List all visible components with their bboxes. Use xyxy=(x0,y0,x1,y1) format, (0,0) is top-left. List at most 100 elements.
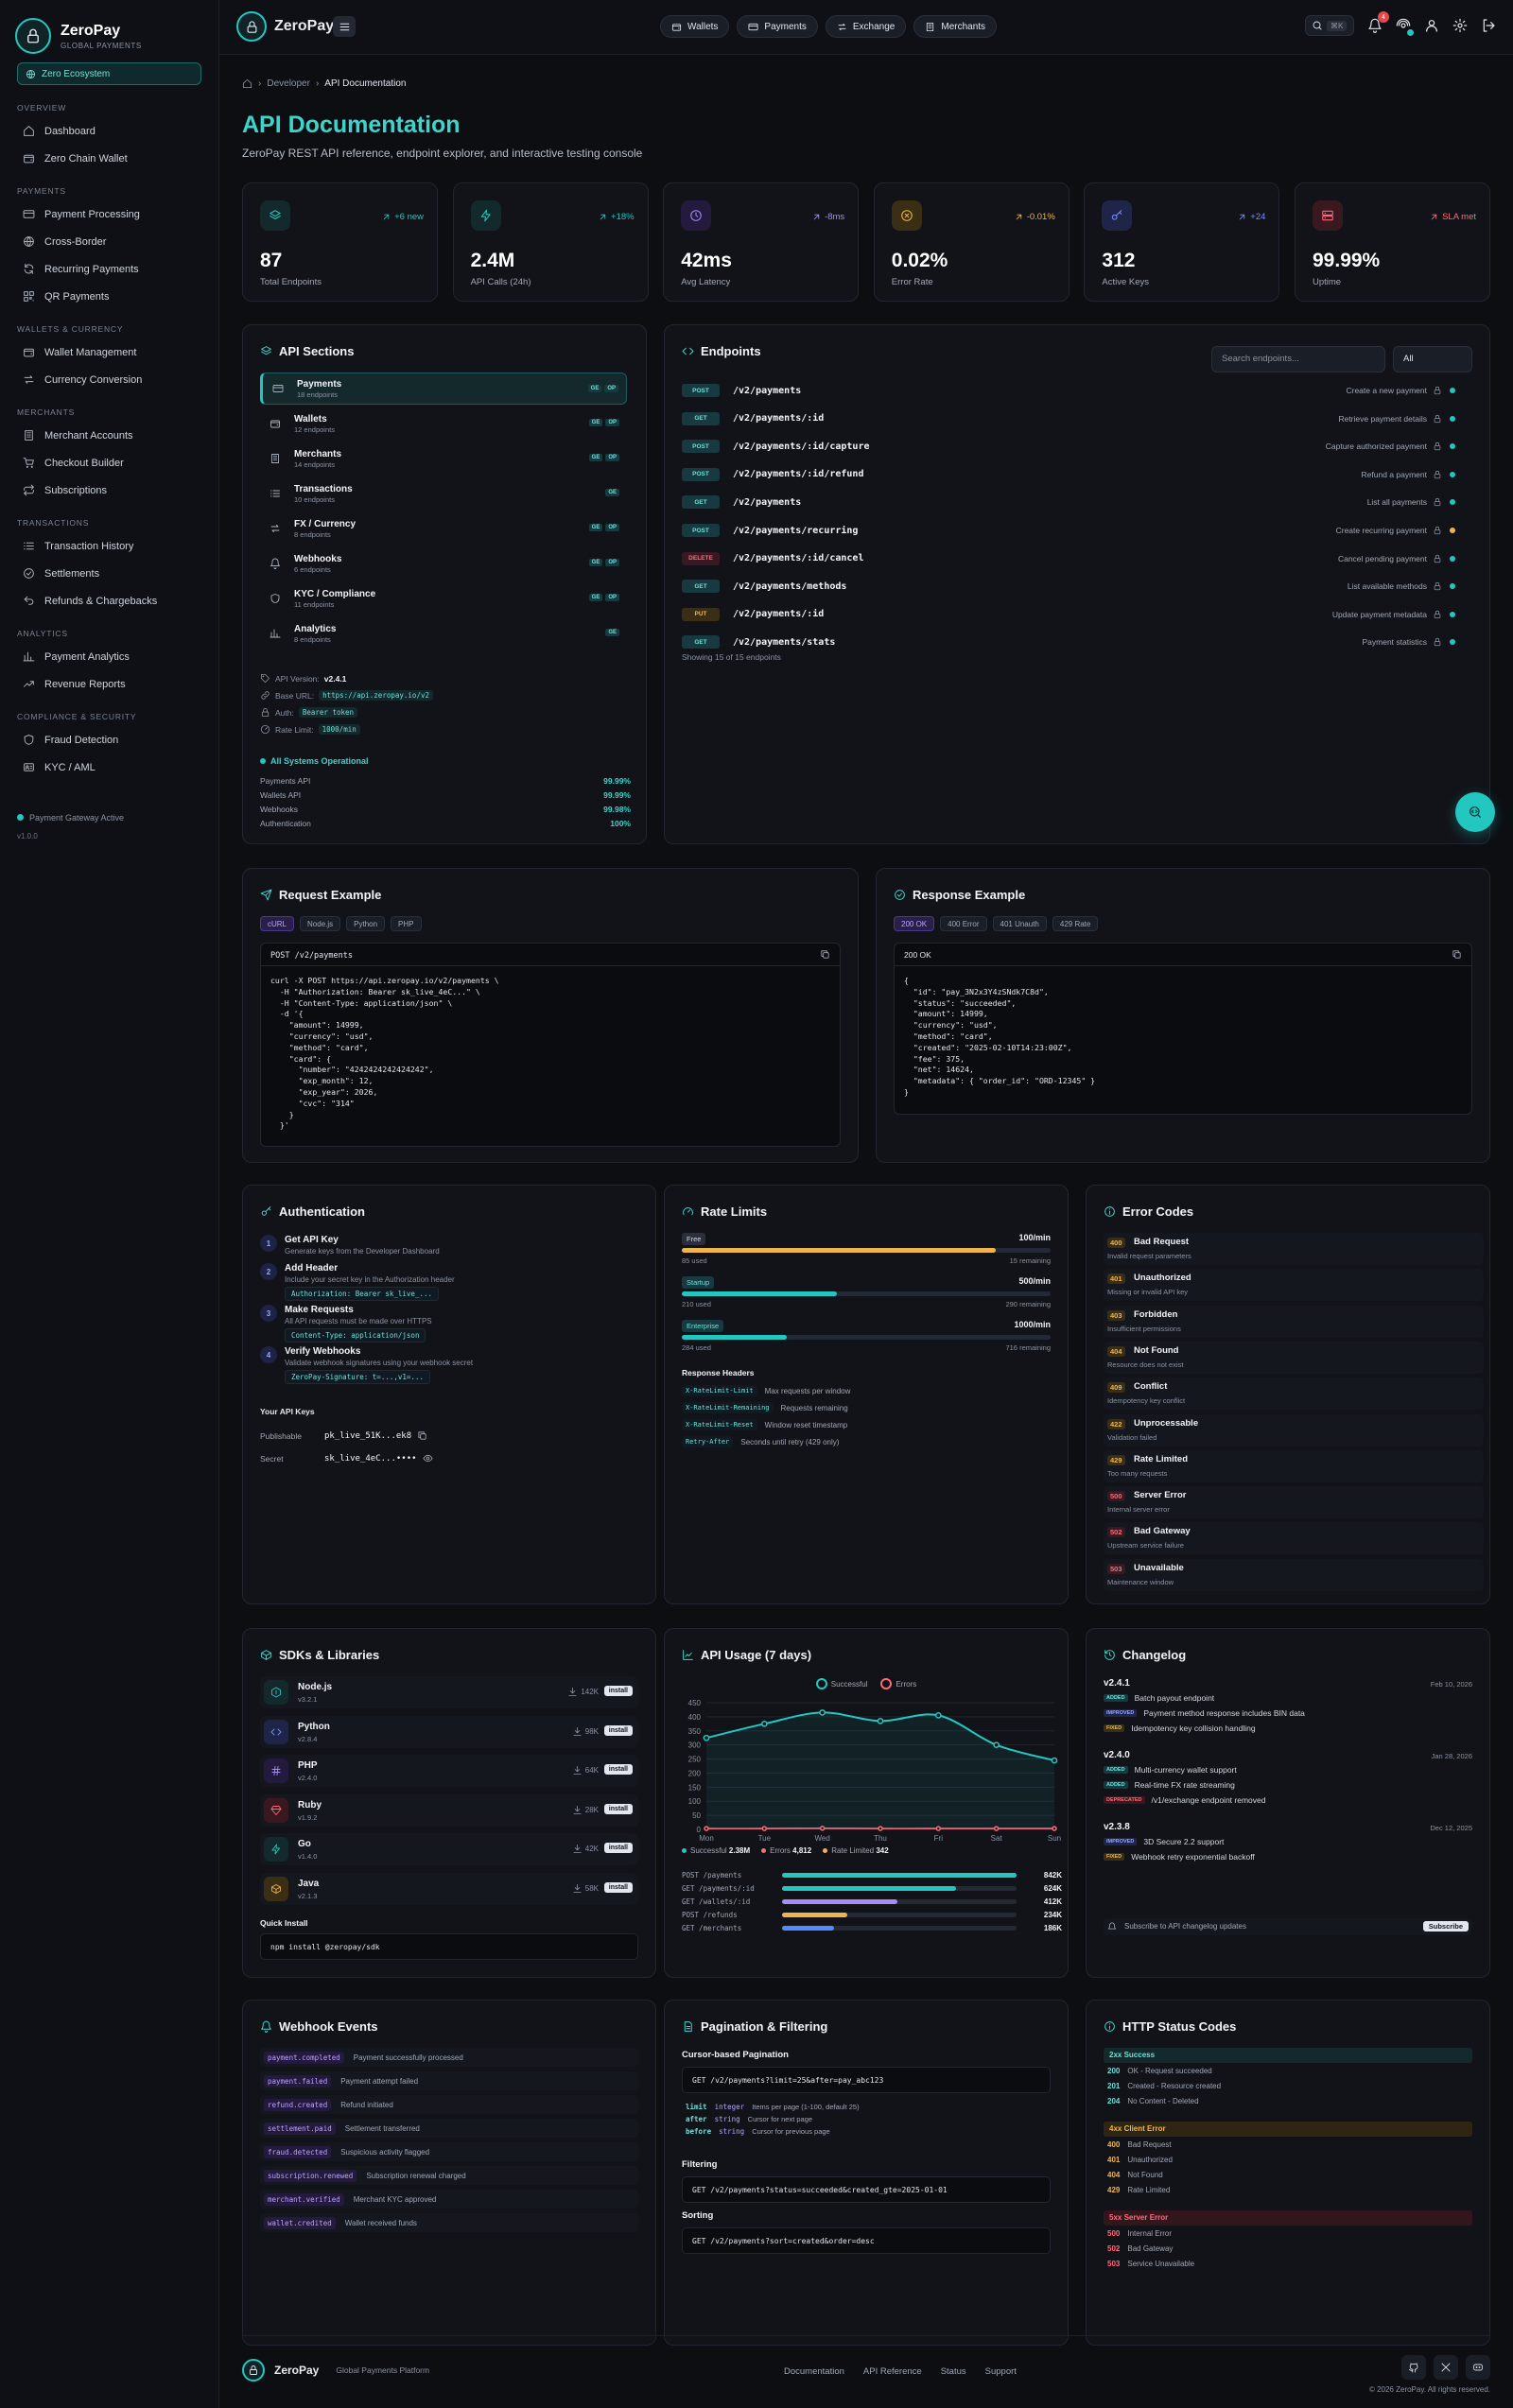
api-section-wallets[interactable]: Wallets 12 endpoints GE OP xyxy=(260,407,627,440)
sidebar-item-transaction-history[interactable]: Transaction History xyxy=(0,532,218,560)
legend-errors[interactable]: Errors xyxy=(880,1678,916,1689)
tab-merchants[interactable]: Merchants xyxy=(913,15,998,38)
webhook-event-row[interactable]: fraud.detected Suspicious activity flagge… xyxy=(260,2142,638,2161)
endpoint-row[interactable]: POST/v2/payments/:id/refund Refund a paym… xyxy=(682,462,1476,487)
endpoint-row[interactable]: GET/v2/payments/methods List available me… xyxy=(682,574,1476,598)
sidebar-item-revenue-reports[interactable]: Revenue Reports xyxy=(0,670,218,698)
sdk-install-button[interactable]: install xyxy=(603,1686,633,1696)
sdk-install-button[interactable]: install xyxy=(603,1764,633,1775)
home-icon[interactable] xyxy=(242,78,252,89)
sidebar-item-zero-chain-wallet[interactable]: Zero Chain Wallet xyxy=(0,145,218,172)
api-section-merchants[interactable]: Merchants 14 endpoints GE OP xyxy=(260,442,627,475)
data-point-successful[interactable] xyxy=(703,1734,710,1741)
api-explorer-fab[interactable] xyxy=(1455,792,1495,832)
data-point-successful[interactable] xyxy=(934,1712,942,1719)
sdk-install-button[interactable]: install xyxy=(603,1843,633,1853)
copy-icon[interactable] xyxy=(417,1430,427,1441)
menu-toggle-button[interactable] xyxy=(333,16,356,37)
copy-icon[interactable] xyxy=(1452,949,1462,960)
endpoint-row[interactable]: POST/v2/payments/recurring Create recurri… xyxy=(682,518,1476,543)
webhook-event-row[interactable]: merchant.verified Merchant KYC approved xyxy=(260,2190,638,2209)
tab-status-200[interactable]: 200 OK xyxy=(894,916,935,931)
sidebar-item-wallet-management[interactable]: Wallet Management xyxy=(0,338,218,366)
tab-status-429[interactable]: 429 Rate xyxy=(1052,916,1099,931)
sidebar-item-payment-processing[interactable]: Payment Processing xyxy=(0,200,218,228)
copy-icon[interactable] xyxy=(820,949,830,960)
eye-icon[interactable] xyxy=(423,1453,433,1464)
data-point-successful[interactable] xyxy=(877,1718,884,1724)
sidebar-item-refunds-chargebacks[interactable]: Refunds & Chargebacks xyxy=(0,587,218,615)
data-point-successful[interactable] xyxy=(993,1741,1000,1749)
tab-nodejs[interactable]: Node.js xyxy=(300,916,341,931)
github-icon[interactable] xyxy=(1401,2355,1426,2380)
endpoint-row[interactable]: PUT/v2/payments/:id Update payment metada… xyxy=(682,602,1476,627)
x-twitter-icon[interactable] xyxy=(1434,2355,1458,2380)
api-section-kyc-compliance[interactable]: KYC / Compliance 11 endpoints GE OP xyxy=(260,582,627,615)
webhook-event-row[interactable]: refund.created Refund initiated xyxy=(260,2095,638,2114)
tab-wallets[interactable]: Wallets xyxy=(660,15,730,38)
api-section-transactions[interactable]: Transactions 10 endpoints GE xyxy=(260,477,627,510)
api-section-payments[interactable]: Payments 18 endpoints GE OP xyxy=(260,372,627,405)
logout-icon[interactable] xyxy=(1481,18,1496,33)
webhook-event-row[interactable]: wallet.credited Wallet received funds xyxy=(260,2213,638,2232)
gear-icon[interactable] xyxy=(1452,18,1468,33)
data-point-successful[interactable] xyxy=(1051,1757,1058,1764)
endpoint-search-input[interactable]: Search endpoints... xyxy=(1211,346,1385,372)
sidebar-item-subscriptions[interactable]: Subscriptions xyxy=(0,476,218,504)
sidebar-item-payment-analytics[interactable]: Payment Analytics xyxy=(0,643,218,670)
sidebar-item-merchant-accounts[interactable]: Merchant Accounts xyxy=(0,422,218,449)
tab-php[interactable]: PHP xyxy=(391,916,422,931)
discord-icon[interactable] xyxy=(1466,2355,1490,2380)
data-point-errors[interactable] xyxy=(704,1826,709,1831)
data-point-errors[interactable] xyxy=(819,1826,826,1831)
bell-icon[interactable]: 4 xyxy=(1367,11,1389,33)
api-section-webhooks[interactable]: Webhooks 6 endpoints GE OP xyxy=(260,547,627,580)
tab-curl[interactable]: cURL xyxy=(260,916,295,931)
endpoint-row[interactable]: GET/v2/payments List all payments xyxy=(682,490,1476,514)
footer-link-status[interactable]: Status xyxy=(941,2366,966,2377)
data-point-errors[interactable] xyxy=(935,1826,942,1831)
breadcrumb-parent[interactable]: Developer xyxy=(267,78,310,89)
endpoint-row[interactable]: GET/v2/payments/:id Retrieve payment deta… xyxy=(682,407,1476,431)
quick-install-command[interactable]: npm install @zeropay/sdk xyxy=(260,1933,638,1960)
webhook-event-row[interactable]: settlement.paid Settlement transferred xyxy=(260,2119,638,2138)
footer-link-api-reference[interactable]: API Reference xyxy=(863,2366,922,2377)
webhook-event-row[interactable]: subscription.renewed Subscription renewal… xyxy=(260,2166,638,2185)
data-point-errors[interactable] xyxy=(1052,1826,1057,1831)
tab-exchange[interactable]: Exchange xyxy=(825,15,907,38)
footer-link-support[interactable]: Support xyxy=(985,2366,1017,2377)
subscribe-button[interactable]: Subscribe xyxy=(1422,1921,1469,1932)
endpoint-filter-select[interactable]: All xyxy=(1393,346,1472,372)
footer-link-documentation[interactable]: Documentation xyxy=(784,2366,844,2377)
topbar-brand[interactable]: ZeroPay xyxy=(236,11,334,42)
webhook-event-row[interactable]: payment.failed Payment attempt failed xyxy=(260,2071,638,2090)
network-icon[interactable] xyxy=(1396,18,1414,36)
sidebar-item-recurring-payments[interactable]: Recurring Payments xyxy=(0,255,218,283)
base-url-value[interactable]: https://api.zeropay.io/v2 xyxy=(319,690,433,701)
sidebar-item-checkout-builder[interactable]: Checkout Builder xyxy=(0,449,218,476)
data-point-errors[interactable] xyxy=(993,1826,1000,1831)
endpoint-row[interactable]: POST/v2/payments Create a new payment xyxy=(682,378,1476,403)
api-section-analytics[interactable]: Analytics 8 endpoints GE xyxy=(260,617,627,650)
data-point-successful[interactable] xyxy=(819,1709,826,1716)
sidebar-item-fraud-detection[interactable]: Fraud Detection xyxy=(0,726,218,754)
tab-python[interactable]: Python xyxy=(346,916,386,931)
api-section-fx-currency[interactable]: FX / Currency 8 endpoints GE OP xyxy=(260,512,627,545)
sidebar-item-dashboard[interactable]: Dashboard xyxy=(0,117,218,145)
tab-status-401[interactable]: 401 Unauth xyxy=(992,916,1047,931)
endpoint-row[interactable]: DELETE/v2/payments/:id/cancel Cancel pend… xyxy=(682,546,1476,571)
sidebar-item-currency-conversion[interactable]: Currency Conversion xyxy=(0,366,218,393)
endpoint-row[interactable]: GET/v2/payments/stats Payment statistics xyxy=(682,630,1476,654)
sidebar-brand[interactable]: ZeroPay GLOBAL PAYMENTS xyxy=(0,0,218,55)
webhook-event-row[interactable]: payment.completed Payment successfully pr… xyxy=(260,2048,638,2067)
data-point-errors[interactable] xyxy=(761,1826,768,1831)
data-point-errors[interactable] xyxy=(878,1826,883,1831)
tab-payments[interactable]: Payments xyxy=(737,15,818,38)
data-point-successful[interactable] xyxy=(760,1720,768,1727)
sdk-install-button[interactable]: install xyxy=(603,1724,633,1736)
sdk-install-button[interactable]: install xyxy=(603,1881,633,1893)
legend-successful[interactable]: Successful xyxy=(815,1678,867,1689)
ecosystem-badge[interactable]: Zero Ecosystem xyxy=(17,62,201,85)
sidebar-item-qr-payments[interactable]: QR Payments xyxy=(0,283,218,310)
sidebar-item-kyc-aml[interactable]: KYC / AML xyxy=(0,754,218,781)
